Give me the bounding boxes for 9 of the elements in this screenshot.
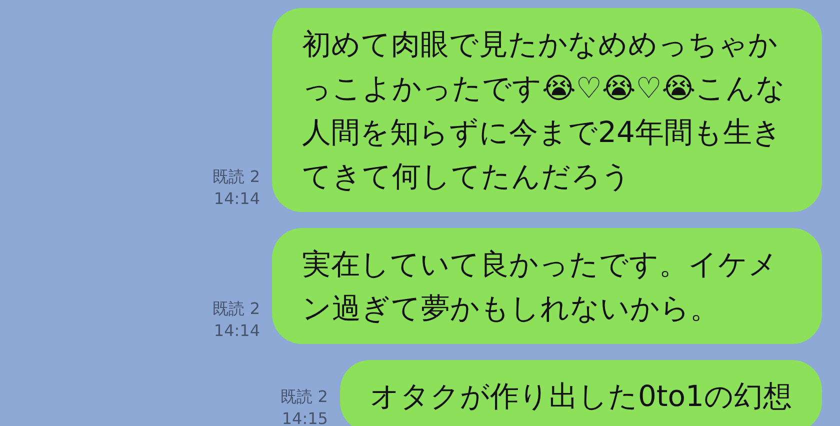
message-bubble: 実在していて良かったです。イケメン過ぎて夢かもしれないから。 xyxy=(272,228,822,344)
read-receipt: 既読 2 xyxy=(212,298,260,320)
message-time: 14:15 xyxy=(282,408,328,426)
message-time: 14:14 xyxy=(214,188,260,210)
read-receipt: 既読 2 xyxy=(280,386,328,408)
message-bubble: オタクが作り出した0to1の幻想 xyxy=(340,360,822,426)
message-bubble: 初めて肉眼で見たかなめめっちゃかっこよかったです😭♡😭♡😭こんな人間を知らずに今まで24年間も生きてきて何してたんだろう xyxy=(272,8,822,212)
message-time: 14:14 xyxy=(214,320,260,342)
read-receipt: 既読 2 xyxy=(212,166,260,188)
